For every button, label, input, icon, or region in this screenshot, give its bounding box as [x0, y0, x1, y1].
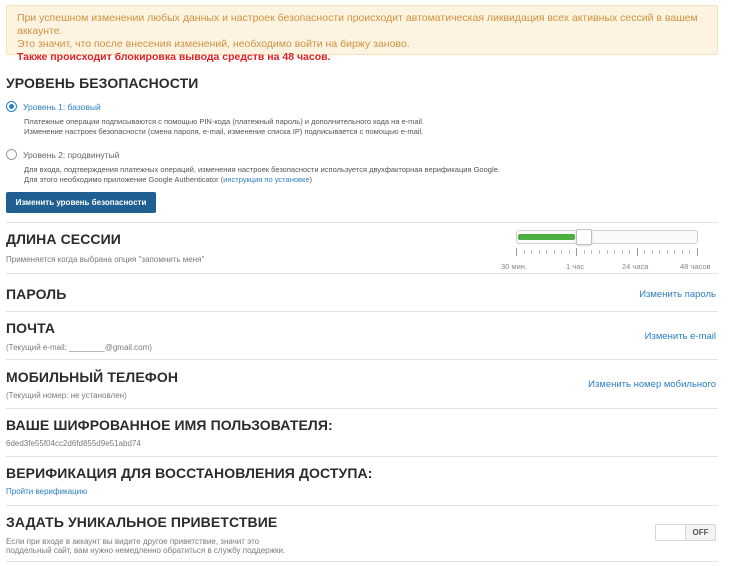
toggle-state-label: OFF [692, 528, 709, 537]
minor-tick [682, 250, 683, 254]
security-level-2-option[interactable]: Уровень 2: продвинутый [6, 149, 119, 160]
divider [6, 311, 718, 312]
minor-tick [659, 250, 660, 254]
divider [6, 359, 718, 360]
security-warning-alert: При успешном изменении любых данных и на… [6, 5, 718, 63]
minor-tick [531, 250, 532, 254]
divider [6, 273, 718, 274]
security-level-1-label: Уровень 1: базовый [23, 101, 101, 112]
minor-tick [674, 250, 675, 254]
radio-checked-icon[interactable] [6, 101, 17, 112]
unique-greeting-toggle[interactable]: OFF [655, 524, 716, 541]
radio-unchecked-icon[interactable] [6, 149, 17, 160]
minor-tick [561, 250, 562, 254]
security-level-title: УРОВЕНЬ БЕЗОПАСНОСТИ [6, 75, 199, 91]
tick-label-24h: 24 часа [622, 262, 649, 271]
divider [6, 408, 718, 409]
minor-tick [607, 250, 608, 254]
encrypted-username-title: ВАШЕ ШИФРОВАННОЕ ИМЯ ПОЛЬЗОВАТЕЛЯ: [6, 417, 333, 433]
security-level-1-option[interactable]: Уровень 1: базовый [6, 101, 101, 112]
encrypted-username-value: 6ded3fe55f04cc2d6fd855d9e51abd74 [6, 439, 141, 448]
divider [6, 561, 718, 562]
security-level-2-desc-1: Для входа, подтверждения платежных опера… [24, 165, 500, 174]
minor-tick [644, 250, 645, 254]
minor-tick [584, 250, 585, 254]
security-level-2-label: Уровень 2: продвинутый [23, 149, 120, 160]
password-title: ПАРОЛЬ [6, 286, 67, 302]
slider-ticks [516, 248, 698, 256]
minor-tick [554, 250, 555, 254]
email-title: ПОЧТА [6, 320, 56, 336]
session-length-title: ДЛИНА СЕССИИ [6, 231, 121, 247]
minor-tick [689, 250, 690, 254]
major-tick [576, 248, 577, 256]
minor-tick [622, 250, 623, 254]
security-level-1-desc-2: Изменение настроек безопасности (смена п… [24, 127, 424, 136]
security-level-2-desc-2: Для этого необходимо приложение Google A… [24, 175, 313, 184]
toggle-knob[interactable] [656, 525, 686, 540]
minor-tick [667, 250, 668, 254]
minor-tick [599, 250, 600, 254]
unique-greeting-title: ЗАДАТЬ УНИКАЛЬНОЕ ПРИВЕТСТВИЕ [6, 514, 278, 530]
major-tick [516, 248, 517, 256]
unique-greeting-description: Если при входе в аккаунт вы видите друго… [6, 537, 286, 555]
alert-line-2: Это значит, что после внесения изменений… [17, 38, 410, 50]
change-email-link[interactable]: Изменить e-mail [645, 331, 716, 342]
minor-tick [629, 250, 630, 254]
security-level-1-description: Платежные операции подписываются с помощ… [24, 117, 424, 137]
change-phone-link[interactable]: Изменить номер мобильного [588, 379, 716, 390]
major-tick [637, 248, 638, 256]
alert-line-1: При успешном изменении любых данных и на… [17, 12, 698, 37]
current-phone: (Текущий номер: не установлен) [6, 391, 127, 400]
tick-label-30min: 30 мин. [501, 262, 527, 271]
divider [6, 222, 718, 223]
security-level-1-desc-1: Платежные операции подписываются с помощ… [24, 117, 424, 126]
minor-tick [539, 250, 540, 254]
session-length-subtitle: Применяется когда выбрана опция "запомни… [6, 255, 205, 264]
slider-handle[interactable] [576, 229, 592, 245]
change-password-link[interactable]: Изменить пароль [639, 289, 716, 300]
minor-tick [524, 250, 525, 254]
alert-warning: Также происходит блокировка вывода средс… [17, 51, 331, 63]
minor-tick [569, 250, 570, 254]
session-length-slider[interactable] [516, 229, 698, 245]
divider [6, 456, 718, 457]
change-security-level-button[interactable]: Изменить уровень безопасности [6, 192, 156, 213]
tick-label-48h: 48 часов [680, 262, 711, 271]
tick-label-1h: 1 час [566, 262, 585, 271]
minor-tick [652, 250, 653, 254]
divider [6, 505, 718, 506]
start-verification-link[interactable]: Пройти верификацию [6, 487, 87, 496]
major-tick [697, 248, 698, 256]
current-email: (Текущий e-mail: ________@gmail.com) [6, 343, 152, 352]
security-level-2-description: Для входа, подтверждения платежных опера… [24, 165, 500, 185]
minor-tick [591, 250, 592, 254]
recovery-verification-title: ВЕРИФИКАЦИЯ ДЛЯ ВОССТАНОВЛЕНИЯ ДОСТУПА: [6, 465, 373, 481]
install-instructions-link[interactable]: инструкция по установке [223, 175, 309, 184]
phone-title: МОБИЛЬНЫЙ ТЕЛЕФОН [6, 369, 179, 385]
slider-fill [518, 234, 575, 240]
minor-tick [546, 250, 547, 254]
minor-tick [614, 250, 615, 254]
